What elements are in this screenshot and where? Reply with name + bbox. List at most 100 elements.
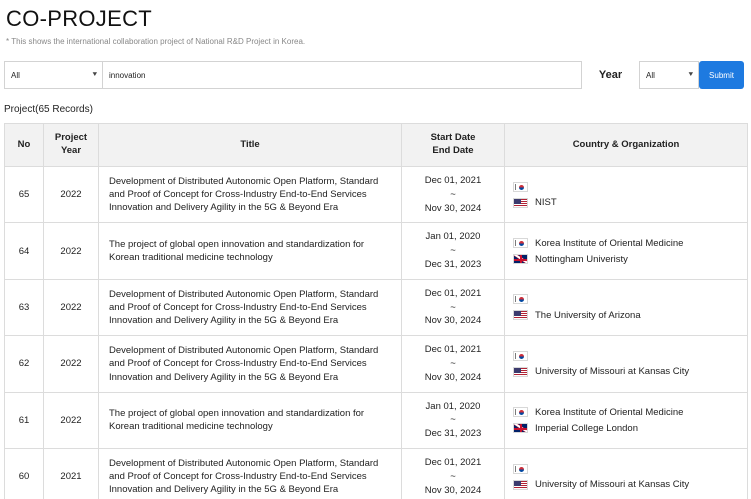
category-select[interactable]: All ⯆ bbox=[4, 61, 102, 89]
table-row[interactable]: 61 2022 The project of global open innovat… bbox=[4, 391, 748, 449]
org-name: University of Missouri at Kansas City bbox=[535, 366, 690, 378]
us-flag-icon bbox=[513, 197, 528, 208]
start-date: Dec 01, 2021 bbox=[424, 344, 482, 356]
kr-flag-icon bbox=[513, 181, 528, 192]
org-entry: Korea Institute of Oriental Medicine bbox=[513, 235, 747, 251]
header-title: Title bbox=[98, 123, 402, 167]
cell-country-organization: The University of Arizona bbox=[504, 278, 748, 337]
end-date: Dec 31, 2023 bbox=[424, 428, 482, 440]
org-name: Imperial College London bbox=[535, 422, 638, 434]
table-row[interactable]: 63 2022 Development of Distributed Autonom… bbox=[4, 278, 748, 337]
kr-flag-icon bbox=[513, 294, 528, 305]
cell-title[interactable]: Development of Distributed Autonomic Ope… bbox=[98, 335, 402, 393]
us-flag-icon bbox=[513, 366, 528, 377]
end-date: Nov 30, 2024 bbox=[424, 202, 482, 214]
cell-dates: Dec 01, 2021 ~ Nov 30, 2024 bbox=[401, 335, 505, 393]
cell-dates: Jan 01, 2020 ~ Dec 31, 2023 bbox=[401, 391, 505, 449]
us-flag-icon bbox=[513, 310, 528, 321]
date-separator: ~ bbox=[450, 188, 456, 200]
table-row[interactable]: 60 2021 Development of Distributed Autonom… bbox=[4, 447, 748, 499]
cell-dates: Dec 01, 2021 ~ Nov 30, 2024 bbox=[401, 447, 505, 499]
uk-flag-icon bbox=[513, 423, 528, 434]
search-input[interactable] bbox=[102, 61, 582, 89]
table-row[interactable]: 64 2022 The project of global open innovat… bbox=[4, 222, 748, 280]
org-entry bbox=[513, 461, 747, 477]
start-date: Jan 01, 2020 bbox=[425, 231, 481, 243]
start-date: Dec 01, 2021 bbox=[424, 175, 482, 187]
cell-country-organization: University of Missouri at Kansas City bbox=[504, 335, 748, 393]
date-separator: ~ bbox=[450, 245, 456, 257]
us-flag-icon bbox=[513, 479, 528, 490]
uk-flag-icon bbox=[513, 254, 528, 265]
org-name: NIST bbox=[535, 197, 557, 209]
org-entry bbox=[513, 348, 747, 364]
submit-button[interactable]: Submit bbox=[699, 61, 744, 89]
cell-project-year: 2022 bbox=[43, 165, 99, 224]
org-entry: University of Missouri at Kansas City bbox=[513, 364, 747, 380]
date-separator: ~ bbox=[450, 414, 456, 426]
cell-country-organization: Korea Institute of Oriental Medicine Nott… bbox=[504, 222, 748, 280]
header-dates: Start Date End Date bbox=[401, 123, 505, 167]
cell-project-year: 2022 bbox=[43, 335, 99, 393]
cell-country-organization: Korea Institute of Oriental Medicine Impe… bbox=[504, 391, 748, 449]
cell-no: 60 bbox=[4, 447, 44, 499]
org-entry: University of Missouri at Kansas City bbox=[513, 477, 747, 493]
start-date: Dec 01, 2021 bbox=[424, 457, 482, 468]
org-name: Korea Institute of Oriental Medicine bbox=[535, 237, 684, 249]
cell-no: 61 bbox=[4, 391, 44, 449]
org-entry: Nottingham Univeristy bbox=[513, 251, 747, 267]
start-date: Dec 01, 2021 bbox=[424, 287, 482, 299]
cell-title[interactable]: Development of Distributed Autonomic Ope… bbox=[98, 447, 402, 499]
org-entry: Korea Institute of Oriental Medicine bbox=[513, 404, 747, 420]
kr-flag-icon bbox=[513, 407, 528, 418]
cell-project-year: 2022 bbox=[43, 391, 99, 449]
org-entry bbox=[513, 179, 747, 195]
org-name: The University of Arizona bbox=[535, 309, 641, 321]
end-date: Dec 31, 2023 bbox=[424, 258, 482, 270]
org-name: Nottingham Univeristy bbox=[535, 253, 628, 265]
table-row[interactable]: 65 2022 Development of Distributed Autonom… bbox=[4, 165, 748, 224]
projects-table: No Project Year Title Start Date End Date … bbox=[4, 123, 748, 499]
cell-dates: Dec 01, 2021 ~ Nov 30, 2024 bbox=[401, 278, 505, 337]
year-select[interactable]: All ⯆ bbox=[639, 61, 699, 89]
cell-title[interactable]: Development of Distributed Autonomic Ope… bbox=[98, 278, 402, 337]
cell-dates: Jan 01, 2020 ~ Dec 31, 2023 bbox=[401, 222, 505, 280]
cell-project-year: 2021 bbox=[43, 447, 99, 499]
end-date: Nov 30, 2024 bbox=[424, 484, 482, 496]
category-select-value: All bbox=[11, 70, 20, 80]
page-title: CO-PROJECT bbox=[6, 6, 152, 31]
start-date: Jan 01, 2020 bbox=[425, 400, 481, 412]
date-separator: ~ bbox=[450, 357, 456, 369]
org-entry: NIST bbox=[513, 195, 747, 211]
cell-title[interactable]: The project of global open innovation an… bbox=[98, 222, 402, 280]
org-name: University of Missouri at Kansas City bbox=[535, 479, 690, 491]
record-count: Project(65 Records) bbox=[4, 104, 93, 115]
header-project-year: Project Year bbox=[43, 123, 99, 167]
search-bar: All ⯆ Year All ⯆ Submit bbox=[4, 61, 747, 89]
cell-title[interactable]: The project of global open innovation an… bbox=[98, 391, 402, 449]
cell-project-year: 2022 bbox=[43, 222, 99, 280]
year-select-value: All bbox=[646, 70, 655, 80]
cell-no: 64 bbox=[4, 222, 44, 280]
end-date: Nov 30, 2024 bbox=[424, 371, 482, 383]
cell-no: 62 bbox=[4, 335, 44, 393]
page-subtitle: * This shows the international collabora… bbox=[6, 37, 306, 46]
date-separator: ~ bbox=[450, 470, 456, 482]
org-name: Korea Institute of Oriental Medicine bbox=[535, 406, 684, 418]
select-arrows-icon: ⯆ bbox=[687, 70, 694, 79]
year-label: Year bbox=[598, 69, 623, 81]
cell-country-organization: University of Missouri at Kansas City bbox=[504, 447, 748, 499]
table-row[interactable]: 62 2022 Development of Distributed Autonom… bbox=[4, 335, 748, 393]
date-separator: ~ bbox=[450, 301, 456, 313]
cell-dates: Dec 01, 2021 ~ Nov 30, 2024 bbox=[401, 165, 505, 224]
kr-flag-icon bbox=[513, 463, 528, 474]
cell-no: 63 bbox=[4, 278, 44, 337]
org-entry bbox=[513, 291, 747, 307]
cell-country-organization: NIST bbox=[504, 165, 748, 224]
header-country-organization: Country & Organization bbox=[504, 123, 748, 167]
end-date: Nov 30, 2024 bbox=[424, 315, 482, 327]
cell-no: 65 bbox=[4, 165, 44, 224]
cell-title[interactable]: Development of Distributed Autonomic Ope… bbox=[98, 165, 402, 224]
kr-flag-icon bbox=[513, 350, 528, 361]
org-entry: Imperial College London bbox=[513, 420, 747, 436]
